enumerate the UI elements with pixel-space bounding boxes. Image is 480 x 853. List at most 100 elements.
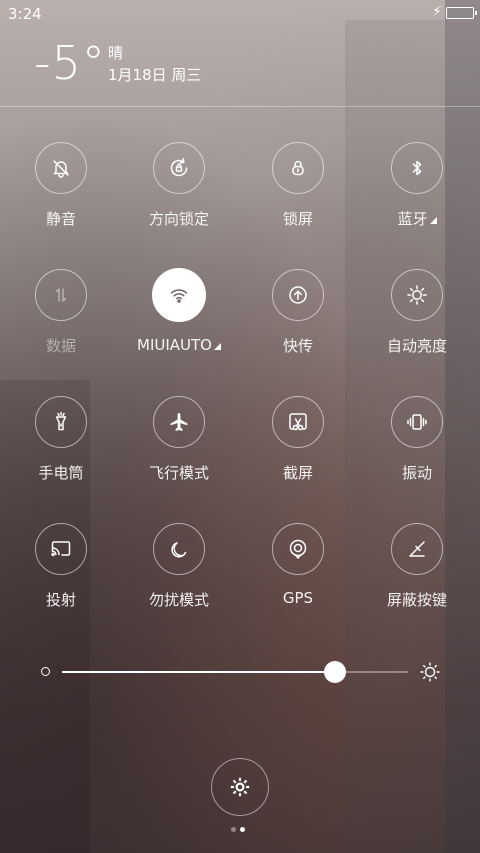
toggle-tile[interactable]: 振动 [362,396,472,506]
lock-icon [292,160,304,176]
toggle-button[interactable] [391,269,443,321]
toggle-label-text: 屏蔽按键 [386,591,447,609]
toggle-label-text: 锁屏 [282,210,313,228]
toggle-label: GPS [243,589,353,607]
toggle-label: 蓝牙 [362,208,472,229]
weather-condition: 晴 [108,44,124,62]
toggle-button[interactable] [153,523,205,575]
header-divider [0,106,480,107]
toggle-label: 快传 [243,335,353,356]
toggle-label-text: 截屏 [282,464,313,482]
toggle-label: MIUIAUTO [124,336,234,354]
toggle-button[interactable] [391,523,443,575]
toggle-button[interactable] [153,142,205,194]
toggle-label: 方向锁定 [124,208,234,229]
toggle-label-text: GPS [282,589,314,607]
toggle-label: 自动亮度 [362,335,472,356]
toggle-button[interactable] [35,142,87,194]
toggle-tile[interactable]: 蓝牙 [362,142,472,252]
toggle-tile[interactable]: 方向锁定 [124,142,234,252]
toggle-tile[interactable]: 勿扰模式 [124,523,234,633]
toggle-label-text: 勿扰模式 [148,591,209,609]
toggle-button[interactable] [391,396,443,448]
dropdown-triangle-icon[interactable] [213,343,221,350]
toggle-button[interactable] [152,268,206,322]
toggle-label-text: MIUIAUTO [137,336,212,354]
bell-off-icon [53,160,69,178]
toggle-button[interactable] [35,396,87,448]
toggle-tile[interactable]: MIUIAUTO [124,268,234,379]
toggle-button[interactable] [35,269,87,321]
toggle-button[interactable] [35,523,87,575]
toggle-tile[interactable]: 屏蔽按键 [362,523,472,633]
toggle-label: 飞行模式 [124,462,234,483]
toggle-label-text: 快传 [282,337,313,355]
status-time: 3:24 [8,5,42,23]
flashlight-icon [55,411,67,431]
toggle-label-text: 自动亮度 [386,337,447,355]
toggle-tile[interactable]: 锁屏 [243,142,353,252]
bluetooth-icon [412,160,422,176]
toggle-button[interactable] [272,269,324,321]
page-indicator [231,827,251,833]
slider-thumb[interactable] [324,661,347,683]
toggle-button[interactable] [153,396,205,448]
temperature: -5° [34,36,106,90]
brightness-icon [407,285,427,305]
block-keys-icon [409,541,425,557]
toggle-tile[interactable]: 投射 [6,523,116,633]
data-arrows-icon [55,288,67,302]
status-bar: 3:24 ⚡︎ [0,0,480,28]
toggle-button[interactable] [272,396,324,448]
toggle-label: 屏蔽按键 [362,589,472,610]
settings-button[interactable] [211,758,269,816]
toggle-label-text: 方向锁定 [148,210,209,228]
toggle-label: 投射 [6,589,116,610]
gear-icon [230,777,250,797]
slider-fill [62,671,336,673]
toggle-label: 勿扰模式 [124,589,234,610]
gps-icon [289,539,307,559]
brightness-slider[interactable] [40,660,450,684]
page-dot[interactable] [240,827,245,832]
brightness-low-icon [41,667,50,676]
toggle-tile[interactable]: 飞行模式 [124,396,234,506]
bolt-icon: ⚡︎ [432,4,442,20]
toggle-button[interactable] [272,523,324,575]
toggle-label-text: 静音 [45,210,76,228]
toggle-label-text: 投射 [45,591,76,609]
toggle-label-text: 蓝牙 [397,210,428,228]
toggle-tile[interactable]: 静音 [6,142,116,252]
vibrate-icon [407,414,427,430]
screenshot-icon [289,413,307,431]
toggle-label: 锁屏 [243,208,353,229]
battery-icon [446,7,477,19]
toggle-tile[interactable]: 快传 [243,269,353,379]
toggle-tile[interactable]: 数据 [6,269,116,379]
toggle-button[interactable] [272,142,324,194]
cast-icon [51,541,71,557]
toggle-label-text: 数据 [45,337,76,355]
wifi-icon [170,289,188,303]
toggle-tile[interactable]: GPS [243,523,353,633]
toggle-label-text: 振动 [401,464,432,482]
toggle-label: 数据 [6,335,116,356]
dropdown-triangle-icon[interactable] [429,217,437,224]
toggle-label: 振动 [362,462,472,483]
page-dot[interactable] [231,827,236,832]
upload-icon [289,286,307,304]
toggle-tile[interactable]: 手电筒 [6,396,116,506]
date-text: 1月18日 周三 [108,66,202,84]
slider-track[interactable] [62,661,408,683]
toggle-label-text: 手电筒 [38,464,84,482]
airplane-icon [170,413,188,431]
rotation-lock-icon [170,158,188,177]
toggle-label-text: 飞行模式 [148,464,209,482]
toggle-tile[interactable]: 自动亮度 [362,269,472,379]
toggle-label: 静音 [6,208,116,229]
toggle-label: 截屏 [243,462,353,483]
toggle-button[interactable] [391,142,443,194]
brightness-high-icon [418,660,442,684]
moon-icon [171,542,187,558]
toggle-tile[interactable]: 截屏 [243,396,353,506]
